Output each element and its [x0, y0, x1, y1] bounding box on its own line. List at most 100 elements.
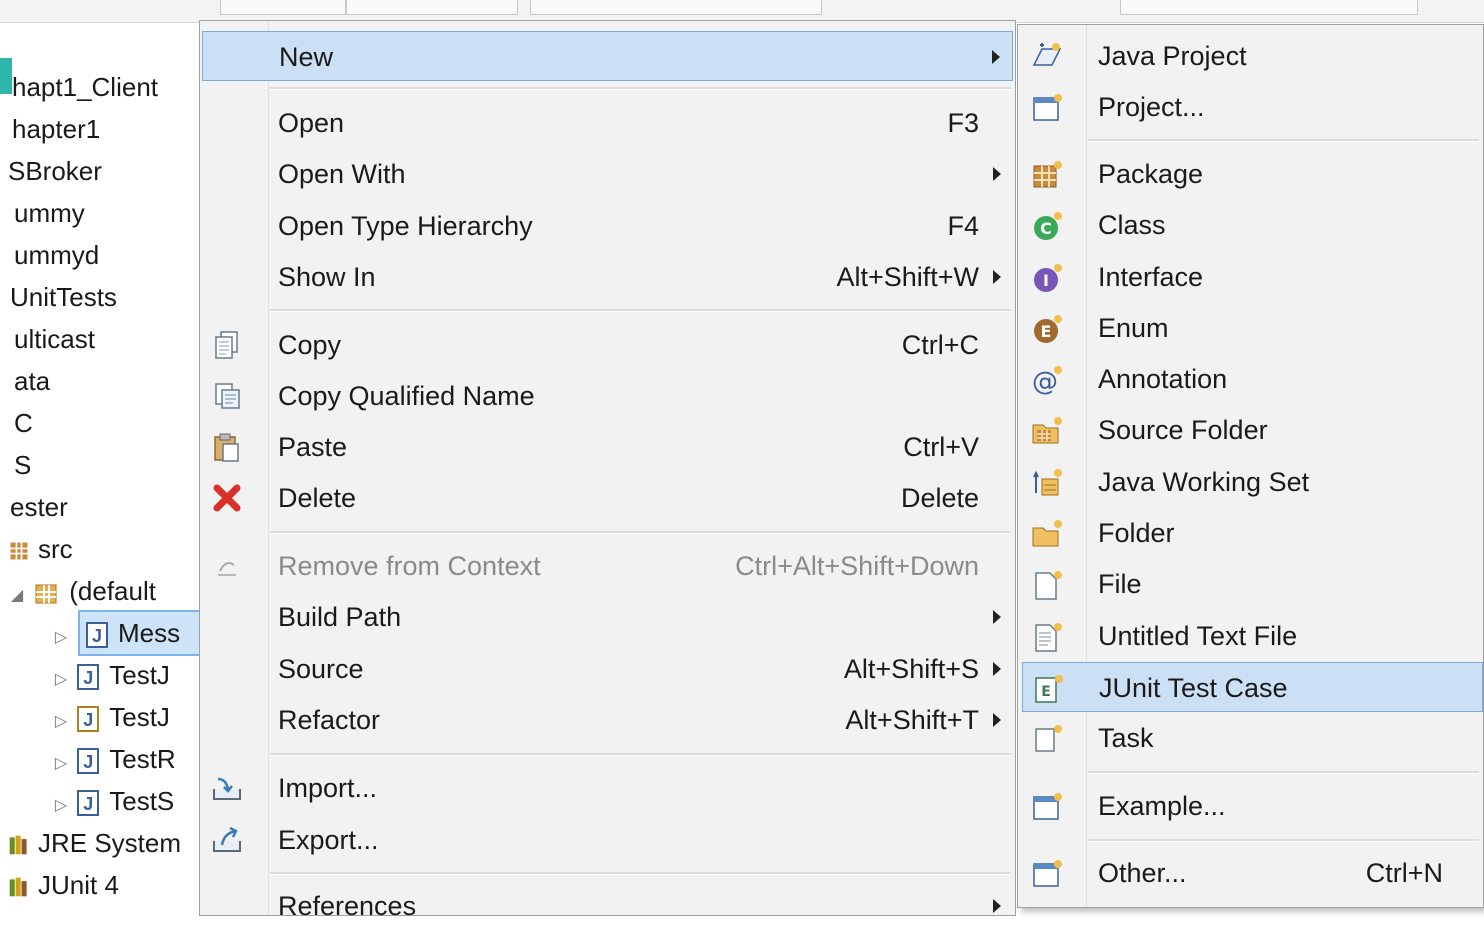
java-file-icon: J: [77, 748, 100, 775]
tree-item-project[interactable]: ummy: [14, 192, 85, 234]
tree-item-project[interactable]: hapter1: [12, 108, 100, 150]
toolbar-segment: [220, 0, 346, 15]
package-icon: [1033, 161, 1062, 188]
submenu-item-example[interactable]: Example...: [1022, 781, 1483, 831]
tree-item-class[interactable]: ▷ J TestS: [52, 780, 174, 822]
tree-item-label: S: [14, 450, 32, 480]
menu-item-label: Refactor: [278, 705, 381, 735]
submenu-item-label: Example...: [1098, 791, 1226, 821]
submenu-item-project[interactable]: Project...: [1022, 82, 1483, 132]
submenu-item-label: Interface: [1098, 262, 1204, 292]
menu-item-open-with[interactable]: Open With: [202, 149, 1013, 199]
menu-item-paste[interactable]: Paste Ctrl+V: [202, 422, 1013, 472]
folder-icon: [1032, 520, 1062, 547]
menu-item-copy-qualified-name[interactable]: Copy Qualified Name: [202, 371, 1013, 421]
paste-icon: [214, 433, 239, 462]
tree-item-class[interactable]: ▷ J TestR: [52, 738, 176, 780]
collapse-arrow-icon[interactable]: ◢: [8, 575, 26, 617]
menu-item-shortcut: Alt+Shift+S: [843, 654, 979, 684]
menu-item-export[interactable]: Export...: [202, 815, 1013, 865]
menu-item-import[interactable]: Import...: [202, 763, 1013, 813]
tree-item-label: hapt1_Client: [12, 72, 158, 102]
tree-item-library[interactable]: JUnit 4: [8, 864, 119, 906]
menu-item-references[interactable]: References: [202, 881, 1013, 931]
tree-item-label: ummy: [14, 198, 85, 228]
tree-item-project[interactable]: C: [14, 402, 33, 444]
submenu-item-junit-test-case[interactable]: E JUnit Test Case: [1022, 662, 1483, 712]
menu-item-copy[interactable]: Copy Ctrl+C: [202, 320, 1013, 370]
submenu-arrow-icon: [993, 610, 1001, 624]
tree-item-project[interactable]: UnitTests: [10, 276, 117, 318]
untitled-text-file-icon: [1035, 623, 1062, 652]
menu-item-label: Source: [278, 654, 364, 684]
tree-item-selected-class[interactable]: J Mess: [78, 610, 206, 656]
expand-arrow-icon[interactable]: ▷: [52, 743, 70, 785]
menu-item-label: Open: [278, 108, 345, 138]
tree-item-class[interactable]: ▷ J TestJ: [52, 696, 170, 738]
submenu-item-file[interactable]: File: [1022, 559, 1483, 609]
class-icon: C: [1034, 212, 1062, 240]
tree-item-label: ester: [10, 492, 68, 522]
import-icon: [213, 777, 241, 800]
context-menu: New Open F3 Open With Open Type Hierarch…: [199, 20, 1016, 921]
expand-arrow-icon[interactable]: ▷: [52, 617, 70, 659]
submenu-item-label: Class: [1098, 210, 1166, 240]
menu-item-source[interactable]: Source Alt+Shift+S: [202, 644, 1013, 694]
submenu-item-enum[interactable]: E Enum: [1022, 303, 1483, 353]
tree-item-library[interactable]: JRE System: [8, 822, 181, 864]
menu-item-refactor[interactable]: Refactor Alt+Shift+T: [202, 695, 1013, 745]
tree-item-src[interactable]: src: [8, 528, 73, 570]
expand-arrow-icon[interactable]: ▷: [52, 659, 70, 701]
tree-item-label: Mess: [118, 618, 181, 648]
tree-item-project[interactable]: ummyd: [14, 234, 99, 276]
junit-test-case-icon: E: [1035, 675, 1063, 703]
menu-item-shortcut: Delete: [900, 483, 979, 513]
new-submenu: Java Project Project... Package C Class …: [1017, 24, 1484, 908]
submenu-arrow-icon: [992, 50, 1000, 64]
submenu-item-java-project[interactable]: Java Project: [1022, 31, 1483, 81]
tree-item-project[interactable]: S: [14, 444, 31, 486]
submenu-item-label: File: [1098, 569, 1142, 599]
tree-item-label: JUnit 4: [38, 870, 119, 900]
menu-item-remove-from-context[interactable]: Remove from Context Ctrl+Alt+Shift+Down: [202, 541, 1013, 591]
submenu-item-package[interactable]: Package: [1022, 149, 1483, 199]
expand-arrow-icon[interactable]: ▷: [52, 701, 70, 743]
tree-item-label: UnitTests: [10, 282, 117, 312]
submenu-item-task[interactable]: Task: [1022, 713, 1483, 763]
task-icon: [1035, 725, 1062, 752]
tree-item-class[interactable]: ▷ J TestJ: [52, 654, 170, 696]
submenu-item-folder[interactable]: Folder: [1022, 508, 1483, 558]
tree-item-project[interactable]: ata: [14, 360, 50, 402]
menu-item-label: Copy Qualified Name: [278, 381, 535, 411]
submenu-item-label: Folder: [1098, 518, 1175, 548]
java-file-icon: J: [86, 622, 108, 649]
tree-item-label: TestJ: [109, 660, 170, 690]
tree-item-label: (default: [69, 576, 156, 606]
submenu-item-label: Annotation: [1098, 364, 1228, 394]
tree-item-project[interactable]: SBroker: [8, 150, 102, 192]
tree-item-project[interactable]: ulticast: [14, 318, 95, 360]
submenu-item-label: Package: [1098, 159, 1204, 189]
submenu-item-interface[interactable]: I Interface: [1022, 252, 1483, 302]
menu-item-open-type-hierarchy[interactable]: Open Type Hierarchy F4: [202, 201, 1013, 251]
submenu-item-other[interactable]: Other... Ctrl+N: [1022, 848, 1483, 898]
expand-arrow-icon[interactable]: ▷: [52, 785, 70, 827]
submenu-item-untitled-text-file[interactable]: Untitled Text File: [1022, 611, 1483, 661]
menu-item-build-path[interactable]: Build Path: [202, 592, 1013, 642]
menu-item-open[interactable]: Open F3: [202, 98, 1013, 148]
submenu-item-annotation[interactable]: @ Annotation: [1022, 354, 1483, 404]
submenu-item-source-folder[interactable]: Source Folder: [1022, 405, 1483, 455]
tree-item-project[interactable]: ester: [10, 486, 68, 528]
svg-text:@: @: [1032, 367, 1058, 397]
submenu-item-class[interactable]: C Class: [1022, 200, 1483, 250]
tree-item-default-package[interactable]: ◢ (default: [8, 570, 156, 612]
menu-item-shortcut: Alt+Shift+W: [836, 262, 979, 292]
menu-item-new[interactable]: New: [202, 31, 1013, 81]
submenu-item-java-working-set[interactable]: Java Working Set: [1022, 457, 1483, 507]
tree-item-project[interactable]: hapt1_Client: [12, 66, 158, 108]
menu-item-show-in[interactable]: Show In Alt+Shift+W: [202, 252, 1013, 302]
toolbar-segment: [1120, 0, 1418, 15]
svg-text:E: E: [1041, 322, 1052, 341]
menu-item-delete[interactable]: Delete Delete: [202, 473, 1013, 523]
svg-text:I: I: [1043, 271, 1049, 290]
